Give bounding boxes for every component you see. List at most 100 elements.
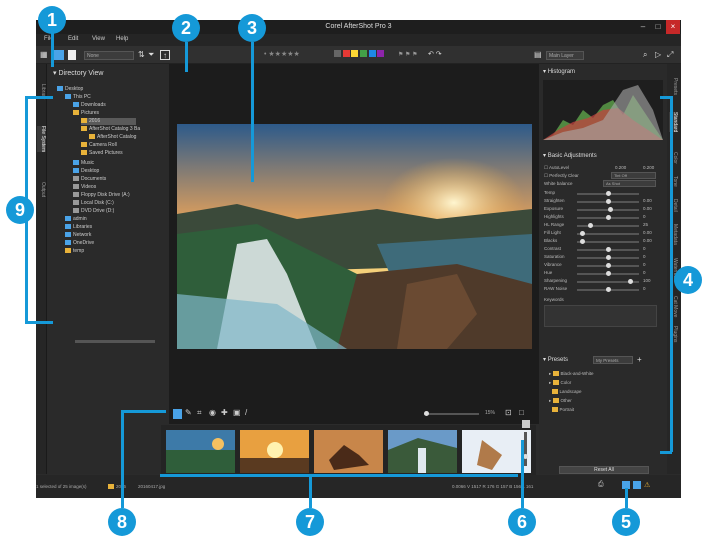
reset-all-button[interactable]: Reset All bbox=[559, 466, 649, 474]
label-dropdown[interactable]: None bbox=[84, 51, 134, 60]
color-labels[interactable] bbox=[334, 50, 385, 60]
adjustment-slider[interactable] bbox=[577, 231, 639, 236]
heal-icon[interactable]: ✚ bbox=[221, 408, 228, 417]
thumbnail-size-slider[interactable] bbox=[523, 432, 528, 466]
tree-item[interactable]: Documents bbox=[73, 176, 106, 183]
tree-item[interactable]: admin bbox=[65, 216, 87, 223]
adjustment-slider[interactable] bbox=[577, 239, 639, 244]
tree-item-selected[interactable]: 2016 bbox=[81, 118, 136, 125]
grid-view-icon[interactable]: ▦ bbox=[40, 50, 48, 60]
zoom-slider[interactable] bbox=[424, 411, 479, 416]
perfectly-clear-dropdown[interactable]: Tint Off bbox=[611, 172, 656, 179]
menu-edit[interactable]: Edit bbox=[68, 36, 78, 42]
print-icon[interactable]: ⎙ bbox=[598, 481, 604, 489]
adjustment-slider[interactable] bbox=[577, 207, 639, 212]
rating-stars[interactable]: • ★★★★★ bbox=[264, 50, 300, 60]
slider-knob[interactable] bbox=[588, 223, 594, 228]
tree-item[interactable]: Network bbox=[65, 232, 91, 239]
crop-icon[interactable]: ⌗ bbox=[197, 408, 202, 418]
adjustment-slider[interactable] bbox=[577, 271, 639, 276]
tree-item[interactable]: AfterShot Catalog 3 Ba bbox=[81, 126, 140, 133]
slider-knob[interactable] bbox=[628, 279, 634, 284]
preset-folder[interactable]: Landscape bbox=[549, 389, 582, 395]
fullscreen-icon[interactable]: ⤢ bbox=[667, 50, 673, 60]
tree-item[interactable]: OneDrive bbox=[65, 240, 94, 247]
filter-icon[interactable]: ⏷ bbox=[148, 50, 154, 60]
perfectly-clear-checkbox[interactable]: ☐ Perfectly Clear bbox=[544, 173, 579, 179]
filmstrip-mode-icon[interactable] bbox=[522, 420, 530, 428]
slider-knob[interactable] bbox=[579, 231, 585, 236]
tree-item[interactable]: Local Disk (C:) bbox=[73, 200, 114, 207]
maximize-button[interactable]: □ bbox=[651, 20, 665, 34]
tab-presets[interactable]: Presets bbox=[669, 78, 678, 95]
preset-folder[interactable]: Portrait bbox=[549, 407, 574, 413]
thumbnail[interactable] bbox=[314, 430, 383, 473]
tree-item[interactable]: Desktop bbox=[57, 86, 83, 93]
white-balance-dropdown[interactable]: As Shot bbox=[603, 180, 656, 187]
adjustment-slider[interactable] bbox=[577, 247, 639, 252]
eyedropper-icon[interactable]: ✎ bbox=[185, 408, 192, 417]
slider-knob[interactable] bbox=[579, 239, 585, 244]
tree-item[interactable]: Downloads bbox=[73, 102, 106, 109]
preset-folder[interactable]: ▸ Color bbox=[549, 380, 571, 386]
slideshow-icon[interactable]: ▷ bbox=[655, 50, 661, 60]
add-preset-icon[interactable]: + bbox=[637, 355, 642, 364]
directory-scrollbar[interactable] bbox=[75, 340, 155, 343]
main-layer-dropdown[interactable]: Main Layer bbox=[546, 51, 584, 60]
slider-knob[interactable] bbox=[605, 215, 611, 220]
adjustment-slider[interactable] bbox=[577, 255, 639, 260]
tree-item[interactable]: Floppy Disk Drive (A:) bbox=[73, 192, 130, 199]
preset-folder[interactable]: ▸ Black-and-White bbox=[549, 371, 594, 377]
search-icon[interactable]: ⌕ bbox=[643, 50, 647, 60]
view-mode-2-icon[interactable] bbox=[633, 481, 641, 489]
adjustment-slider[interactable] bbox=[577, 191, 639, 196]
slider-knob[interactable] bbox=[605, 271, 611, 276]
tab-output[interactable]: Output bbox=[37, 182, 46, 197]
slider-knob[interactable] bbox=[605, 263, 611, 268]
close-button[interactable]: × bbox=[666, 20, 680, 34]
slider-knob[interactable] bbox=[608, 207, 614, 212]
menu-view[interactable]: View bbox=[92, 36, 105, 42]
import-icon[interactable]: ↑ bbox=[160, 50, 170, 60]
slider-knob[interactable] bbox=[605, 255, 611, 260]
slider-knob[interactable] bbox=[605, 199, 611, 204]
layers-icon[interactable]: ▤ bbox=[534, 50, 542, 60]
tree-item[interactable]: Camera Roll bbox=[81, 142, 117, 149]
adjustment-slider[interactable] bbox=[577, 215, 639, 220]
hand-tool-icon[interactable] bbox=[173, 409, 182, 419]
adjustment-slider[interactable] bbox=[577, 199, 639, 204]
menu-help[interactable]: Help bbox=[116, 36, 128, 42]
tree-item[interactable]: AfterShot Catalog bbox=[89, 134, 136, 141]
warning-icon[interactable]: ⚠ bbox=[644, 481, 650, 489]
flags[interactable]: ⚑ ⚑ ⚑ bbox=[398, 50, 417, 60]
tree-item[interactable]: Pictures bbox=[73, 110, 99, 117]
slider-knob[interactable] bbox=[605, 191, 611, 196]
adjustment-slider[interactable] bbox=[577, 263, 639, 268]
keywords-field[interactable] bbox=[544, 305, 657, 327]
tree-item[interactable]: Libraries bbox=[65, 224, 92, 231]
tree-item[interactable]: Desktop bbox=[73, 168, 99, 175]
tree-item[interactable]: Saved Pictures bbox=[81, 150, 123, 157]
minimize-button[interactable]: – bbox=[636, 20, 650, 34]
sort-icon[interactable]: ⇅ bbox=[138, 50, 145, 60]
tree-item[interactable]: Videos bbox=[73, 184, 96, 191]
slider-knob[interactable] bbox=[605, 287, 611, 292]
region-icon[interactable]: ▣ bbox=[233, 408, 241, 417]
compare-view-icon[interactable] bbox=[68, 50, 76, 60]
fit-icon[interactable]: ⊡ bbox=[505, 408, 512, 417]
single-view-icon[interactable] bbox=[54, 50, 64, 60]
adjustment-slider[interactable] bbox=[577, 287, 639, 292]
autolevel-checkbox[interactable]: ☐ AutoLevel bbox=[544, 165, 569, 171]
fill-icon[interactable]: □ bbox=[519, 408, 524, 417]
presets-dropdown[interactable]: My Presets bbox=[593, 356, 633, 364]
redeye-icon[interactable]: ◉ bbox=[209, 408, 216, 417]
tab-file-system[interactable]: File System bbox=[37, 126, 46, 153]
brush-icon[interactable]: / bbox=[245, 408, 247, 417]
thumbnail[interactable] bbox=[166, 430, 235, 473]
thumbnail[interactable] bbox=[388, 430, 457, 473]
preset-folder[interactable]: ▸ Other bbox=[549, 398, 572, 404]
rotate-icons[interactable]: ↶ ↷ bbox=[428, 50, 442, 60]
adjustment-slider[interactable] bbox=[577, 223, 639, 228]
tree-item[interactable]: temp bbox=[65, 248, 84, 255]
thumbnail[interactable] bbox=[240, 430, 309, 473]
